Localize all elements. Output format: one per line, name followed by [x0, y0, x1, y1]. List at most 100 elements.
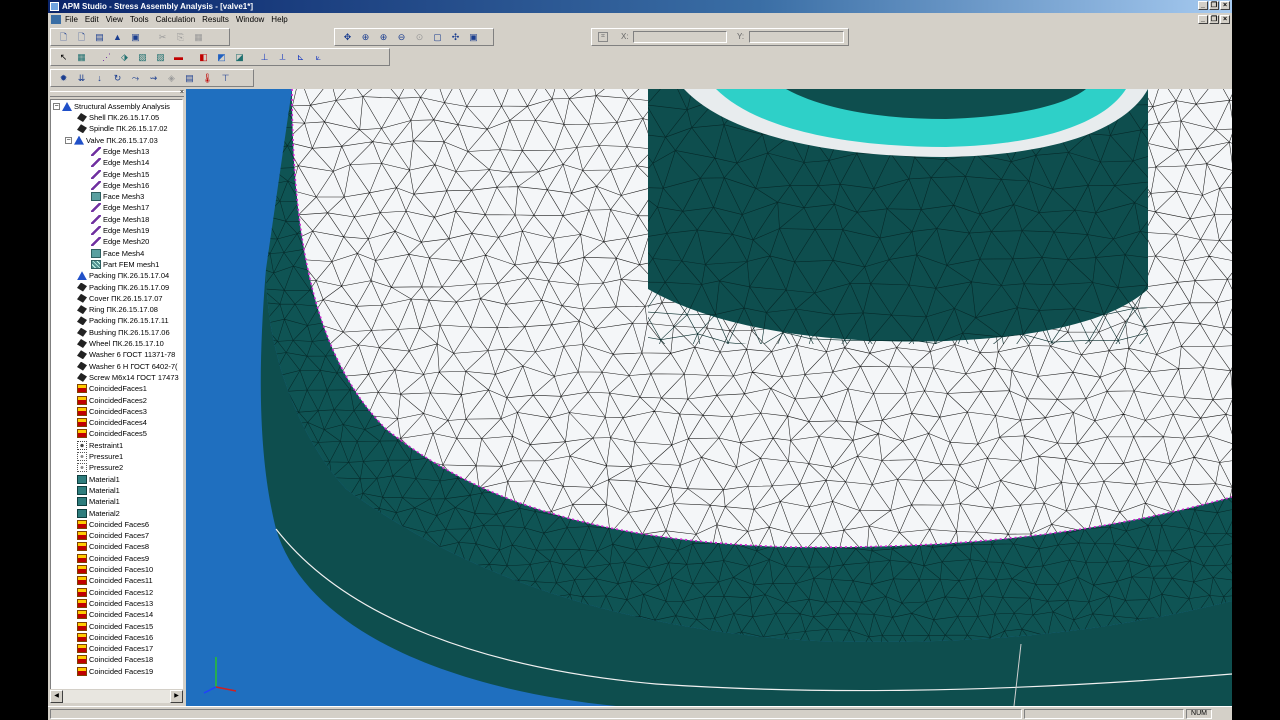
tree-item[interactable]: Coincided Faces16 [77, 632, 153, 643]
mass-icon[interactable]: ◈ [164, 71, 179, 85]
3d-viewport[interactable] [186, 89, 1232, 706]
results-icon[interactable]: ⊤ [218, 71, 233, 85]
tree-item[interactable]: Edge Mesh13 [91, 146, 149, 157]
tree-item[interactable]: Ring ПК.26.15.17.08 [77, 304, 158, 315]
tree-item[interactable]: Cover ПК.26.15.17.07 [77, 293, 163, 304]
tree-item[interactable]: Coincided Faces13 [77, 598, 153, 609]
zoom-icon[interactable]: ⊕ [358, 30, 373, 44]
menu-tools[interactable]: Tools [130, 13, 149, 26]
tree-item[interactable]: Material1 [77, 474, 120, 485]
copy-icon[interactable]: ⎘ [173, 30, 188, 44]
tree-item[interactable]: Wheel ПК.26.15.17.10 [77, 338, 164, 349]
tree-item[interactable]: Edge Mesh14 [91, 157, 149, 168]
zoom-fit-icon[interactable]: ▢ [430, 30, 445, 44]
tree-item[interactable]: Coincided Faces11 [77, 575, 153, 586]
doc-close-button[interactable]: × [1220, 15, 1230, 24]
tree-item[interactable]: Edge Mesh19 [91, 225, 149, 236]
restore-button[interactable]: ❐ [1209, 1, 1219, 10]
tree-item[interactable]: Pressure2 [77, 462, 123, 473]
menu-help[interactable]: Help [271, 13, 287, 26]
distributed-load-icon[interactable]: ⤳ [128, 71, 143, 85]
tree-item[interactable]: Edge Mesh20 [91, 236, 149, 247]
part-mesh-icon[interactable]: ▧ [135, 50, 150, 64]
tree-root[interactable]: − Structural Assembly Analysis [53, 101, 170, 112]
menu-window[interactable]: Window [236, 13, 264, 26]
tree-item[interactable]: Coincided Faces8 [77, 541, 149, 552]
tree-item[interactable]: Face Mesh4 [91, 248, 144, 259]
tree-item[interactable]: Coincided Faces18 [77, 654, 153, 665]
menu-results[interactable]: Results [202, 13, 229, 26]
tree-item[interactable]: CoincidedFaces5 [77, 428, 147, 439]
menu-view[interactable]: View [106, 13, 123, 26]
shell-icon[interactable]: ◩ [214, 50, 229, 64]
tree-item[interactable]: CoincidedFaces1 [77, 383, 147, 394]
zoom-out-icon[interactable]: ⊖ [394, 30, 409, 44]
open-model-icon[interactable]: ▲ [110, 30, 125, 44]
tree-item[interactable]: Coincided Faces9 [77, 553, 149, 564]
doc-restore-button[interactable]: ❐ [1209, 15, 1219, 24]
tree-item[interactable]: Washer 6 ГОСТ 11371-78 [77, 349, 175, 360]
face-mesh-icon[interactable]: ▨ [153, 50, 168, 64]
tree-item[interactable]: Coincided Faces6 [77, 519, 149, 530]
tree-item[interactable]: Packing ПК.26.15.17.11 [77, 315, 169, 326]
tree-item[interactable]: Edge Mesh18 [91, 214, 149, 225]
cut-icon[interactable]: ✂ [155, 30, 170, 44]
tree-item[interactable]: Coincided Faces19 [77, 666, 153, 677]
paste-icon[interactable]: ▦ [191, 30, 206, 44]
tree-item[interactable]: Spindle ПК.26.15.17.02 [77, 123, 168, 134]
tree-item[interactable]: Coincided Faces12 [77, 587, 153, 598]
tree-item[interactable]: Coincided Faces14 [77, 609, 153, 620]
tree-item[interactable]: Material1 [77, 485, 120, 496]
collapse-icon[interactable]: − [65, 136, 72, 144]
menu-calculation[interactable]: Calculation [156, 13, 196, 26]
menu-file[interactable]: File [65, 13, 78, 26]
solid-icon[interactable]: ◧ [196, 50, 211, 64]
axes-icon[interactable]: ⊥ [257, 50, 272, 64]
moment-icon[interactable]: ↻ [110, 71, 125, 85]
collapse-icon[interactable]: − [53, 103, 60, 110]
tree-item[interactable]: Coincided Faces7 [77, 530, 149, 541]
tree-item[interactable]: Coincided Faces17 [77, 643, 153, 654]
tree-item[interactable]: Shell ПК.26.15.17.05 [77, 112, 159, 123]
pressure-icon[interactable]: ⇊ [74, 71, 89, 85]
menu-edit[interactable]: Edit [85, 13, 99, 26]
edge-mesh-icon[interactable]: ⋰ [99, 50, 114, 64]
tree-item[interactable]: Washer 6 Н ГОСТ 6402-7( [77, 361, 178, 372]
temperature-icon[interactable]: 🌡 [200, 71, 215, 85]
rotate-icon[interactable]: ✣ [448, 30, 463, 44]
tree-item[interactable]: CoincidedFaces4 [77, 417, 147, 428]
new-template-icon[interactable]: 🗋 [74, 30, 89, 44]
cut-section-icon[interactable]: ◪ [232, 50, 247, 64]
tree-item[interactable]: Packing ПК.26.15.17.09 [77, 282, 169, 293]
tree-item[interactable]: Pressure1 [77, 451, 123, 462]
axes-xy-icon[interactable]: ⟂ [275, 50, 290, 64]
zoom-window-icon[interactable]: ⊙ [412, 30, 427, 44]
open-icon[interactable]: ▤ [92, 30, 107, 44]
tree-horizontal-scrollbar[interactable]: ◀ ▶ [50, 689, 183, 703]
tree-item[interactable]: Edge Mesh17 [91, 202, 149, 213]
force-icon[interactable]: ↓ [92, 71, 107, 85]
tree-item[interactable]: Edge Mesh15 [91, 169, 149, 180]
axes-yz-icon[interactable]: ⟀ [311, 50, 326, 64]
close-panel-icon[interactable]: × [180, 89, 184, 97]
axes-xz-icon[interactable]: ⊾ [293, 50, 308, 64]
tree-item[interactable]: Coincided Faces10 [77, 564, 153, 575]
tree-item[interactable]: Material1 [77, 496, 120, 507]
doc-minimize-button[interactable]: _ [1198, 15, 1208, 24]
tree-item[interactable]: Bushing ПК.26.15.17.06 [77, 327, 170, 338]
zoom-in-icon[interactable]: ⊕ [376, 30, 391, 44]
fem-mesh-view[interactable] [186, 89, 1232, 706]
tree-item[interactable]: Material2 [77, 508, 120, 519]
coincided-faces-icon[interactable]: ▬ [171, 50, 186, 64]
tree-item[interactable]: Screw М6х14 ГОСТ 17473 [77, 372, 179, 383]
tree-item[interactable]: Part FEM mesh1 [91, 259, 159, 270]
tree-item[interactable]: Edge Mesh16 [91, 180, 149, 191]
y-coordinate-field[interactable] [749, 31, 844, 43]
select-icon[interactable]: ↖ [56, 50, 71, 64]
close-button[interactable]: × [1220, 1, 1230, 10]
scroll-left-button[interactable]: ◀ [50, 690, 63, 703]
panel-header[interactable] [50, 91, 184, 97]
tree-item[interactable]: Coincided Faces15 [77, 621, 153, 632]
scroll-right-button[interactable]: ▶ [170, 690, 183, 703]
mesh-face-icon[interactable]: ⬗ [117, 50, 132, 64]
